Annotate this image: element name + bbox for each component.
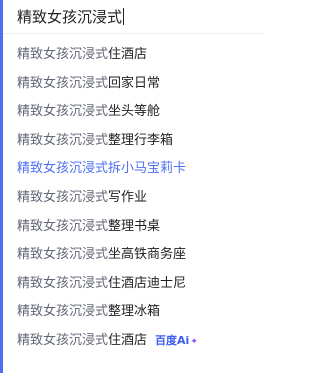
suggestion-suffix: 整理行李箱 <box>108 132 174 148</box>
suggestion-prefix: 精致女孩沉浸式 <box>17 247 109 263</box>
suggestion-prefix: 精致女孩沉浸式 <box>17 161 109 177</box>
suggestion-item[interactable]: 精致女孩沉浸式住酒店 百度Ai✦ <box>3 327 264 356</box>
baidu-ai-label: 百度Ai <box>155 333 190 347</box>
baidu-ai-badge[interactable]: 百度Ai✦ <box>155 327 198 356</box>
suggestion-prefix: 精致女孩沉浸式 <box>17 275 109 291</box>
suggestion-item[interactable]: 精致女孩沉浸式住酒店 <box>3 41 264 70</box>
suggestion-suffix: 住酒店 <box>108 47 148 62</box>
suggestion-prefix: 精致女孩沉浸式 <box>17 75 109 91</box>
suggestion-prefix: 精致女孩沉浸式 <box>17 104 109 120</box>
text-caret <box>123 8 125 25</box>
suggestion-prefix: 精致女孩沉浸式 <box>17 332 109 348</box>
search-suggestion-panel: 精致女孩沉浸式 精致女孩沉浸式住酒店 精致女孩沉浸式回家日常 精致女孩沉浸式坐头… <box>0 0 264 373</box>
suggestion-prefix: 精致女孩沉浸式 <box>17 47 109 62</box>
suggestion-item[interactable]: 精致女孩沉浸式整理冰箱 <box>3 298 264 327</box>
suggestion-suffix: 整理书桌 <box>108 218 161 234</box>
suggestion-suffix: 住酒店 <box>108 332 148 348</box>
suggestion-item[interactable]: 精致女孩沉浸式整理书桌 <box>3 213 264 242</box>
suggestion-prefix: 精致女孩沉浸式 <box>17 189 109 205</box>
suggestion-prefix: 精致女孩沉浸式 <box>17 132 109 148</box>
suggestion-suffix: 住酒店迪士尼 <box>108 275 187 291</box>
suggestion-item[interactable]: 精致女孩沉浸式坐头等舱 <box>3 98 264 127</box>
suggestion-suffix: 拆小马宝莉卡 <box>108 161 187 177</box>
search-query-text[interactable]: 精致女孩沉浸式 <box>17 7 125 27</box>
suggestion-suffix: 回家日常 <box>108 75 161 91</box>
search-query-value: 精致女孩沉浸式 <box>17 8 123 26</box>
suggestion-suffix: 写作业 <box>108 189 148 205</box>
suggestion-item[interactable]: 精致女孩沉浸式住酒店迪士尼 <box>3 270 264 299</box>
suggestion-item[interactable]: 精致女孩沉浸式整理行李箱 <box>3 127 264 156</box>
suggestion-item[interactable]: 精致女孩沉浸式坐高铁商务座 <box>3 241 264 270</box>
suggestion-suffix: 坐头等舱 <box>108 104 161 120</box>
search-input[interactable]: 精致女孩沉浸式 <box>3 0 264 34</box>
suggestion-suffix: 坐高铁商务座 <box>108 247 187 263</box>
suggestion-list: 精致女孩沉浸式住酒店 精致女孩沉浸式回家日常 精致女孩沉浸式坐头等舱 精致女孩沉… <box>3 41 264 356</box>
suggestion-prefix: 精致女孩沉浸式 <box>17 304 109 320</box>
sparkle-icon: ✦ <box>190 336 198 347</box>
suggestion-item-highlighted[interactable]: 精致女孩沉浸式拆小马宝莉卡 <box>3 155 264 184</box>
suggestion-item[interactable]: 精致女孩沉浸式回家日常 <box>3 70 264 99</box>
suggestion-prefix: 精致女孩沉浸式 <box>17 218 109 234</box>
suggestion-item[interactable]: 精致女孩沉浸式写作业 <box>3 184 264 213</box>
suggestion-suffix: 整理冰箱 <box>108 304 161 320</box>
